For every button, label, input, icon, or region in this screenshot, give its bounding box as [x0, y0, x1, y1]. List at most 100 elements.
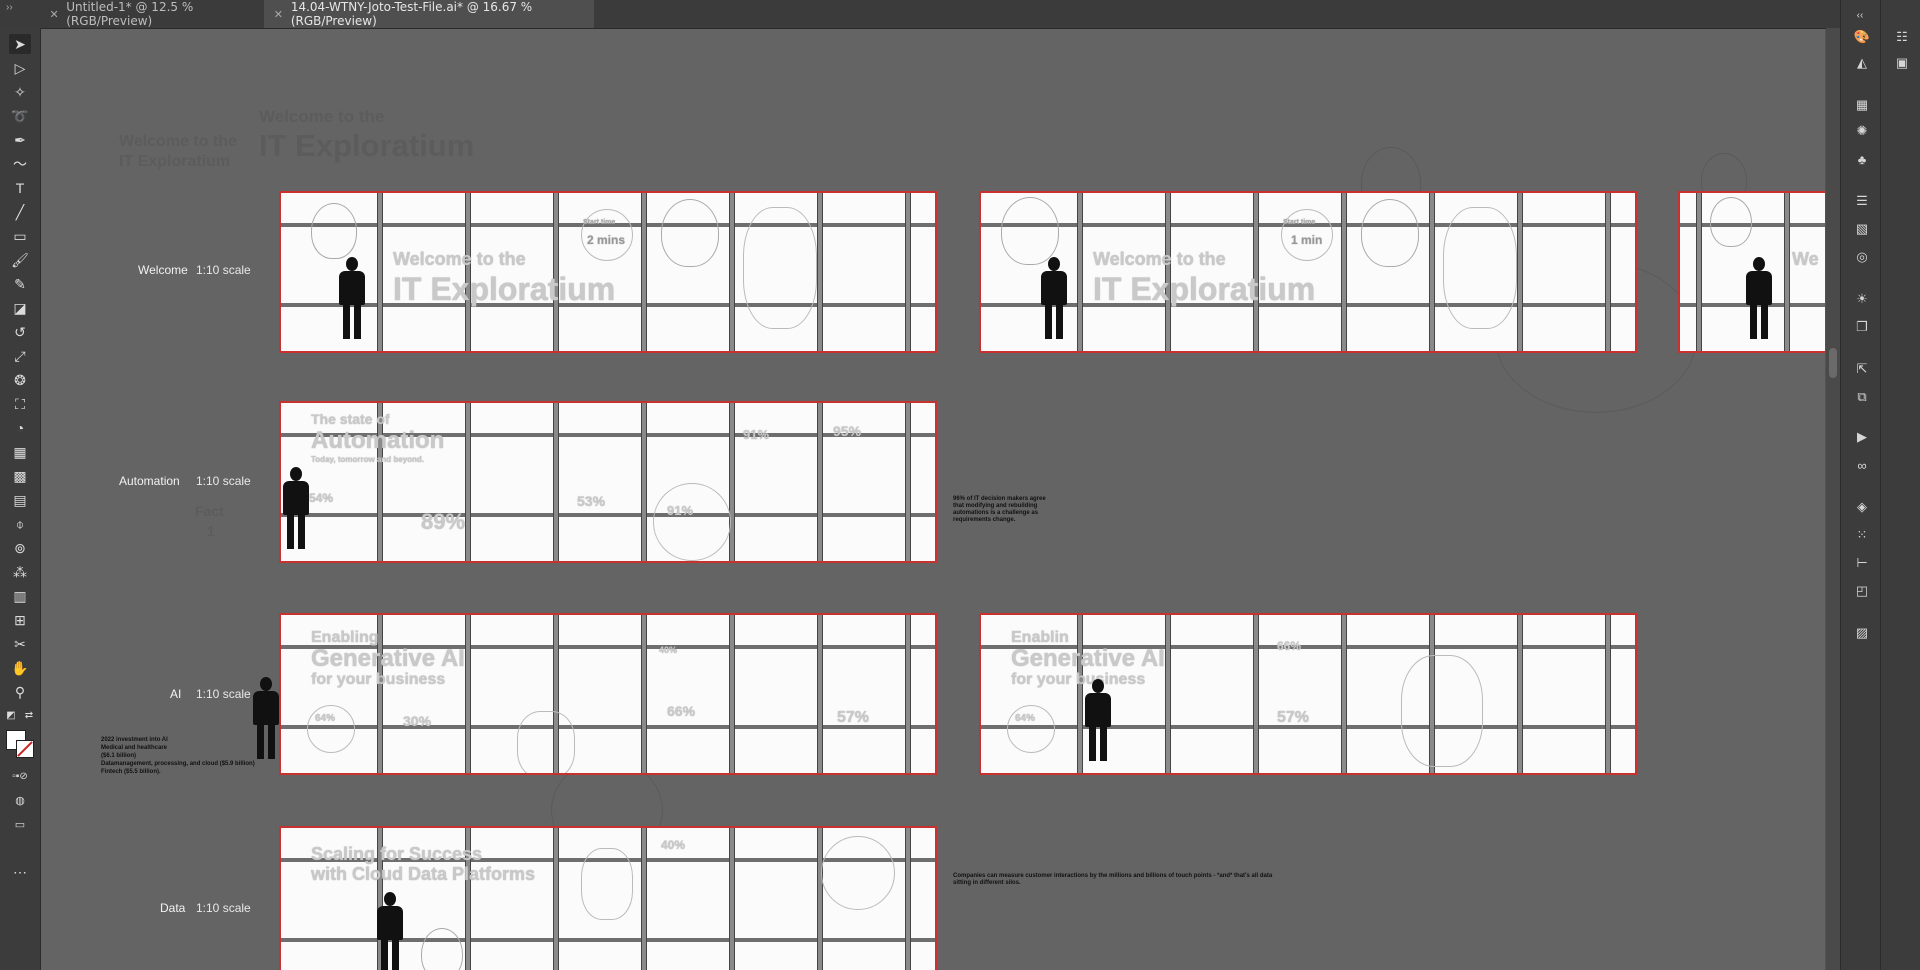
paintbrush-tool-icon[interactable]: 🖌: [9, 250, 31, 270]
tools-panel: ➤ ▷ ✧ ➰ ✒ 〜 T ╱ ▭ 🖌 ✎ ◪ ↺ ⤢ ❂ ⛶ ◔ ▦ ▩ ▤ …: [0, 28, 41, 970]
cc-libraries-icon[interactable]: ▣: [1891, 54, 1913, 72]
mascot-illustration: [1401, 655, 1483, 767]
direct-selection-tool-icon[interactable]: ▷: [9, 58, 31, 78]
artboard-ai-2[interactable]: Enablin Generative AI for your business …: [979, 613, 1637, 775]
properties-panel-icon[interactable]: ☷: [1891, 28, 1913, 46]
shaper-tool-icon[interactable]: ✎: [9, 274, 31, 294]
asset-export-panel-icon[interactable]: ⇱: [1851, 360, 1873, 378]
gradient-tool-icon[interactable]: ▤: [9, 490, 31, 510]
stat-value: 66%: [667, 703, 696, 719]
brushes-panel-icon[interactable]: ✺: [1851, 122, 1873, 140]
ghost-heading: Welcome to the: [119, 133, 237, 150]
artboard-automation-1[interactable]: The state of Automation Today, tomorrow …: [279, 401, 937, 563]
selection-tool-icon[interactable]: ➤: [9, 34, 31, 54]
curvature-tool-icon[interactable]: 〜: [9, 154, 31, 174]
more-tools-icon[interactable]: ⋯: [9, 862, 31, 882]
rectangle-tool-icon[interactable]: ▭: [9, 226, 31, 246]
balloon-illustration: [1001, 197, 1059, 265]
artboard-title: Welcome to the: [1093, 249, 1226, 269]
scale-tool-icon[interactable]: ⤢: [9, 346, 31, 366]
libraries-panel-icon[interactable]: ▦: [1851, 96, 1873, 114]
mesh-tool-icon[interactable]: ▩: [9, 466, 31, 486]
pathfinder-panel-icon[interactable]: ◰: [1851, 582, 1873, 600]
stroke-swatch[interactable]: [16, 740, 34, 758]
align-panel-icon[interactable]: ⊢: [1851, 554, 1873, 572]
stat-value: 89%: [421, 509, 466, 534]
color-guide-panel-icon[interactable]: ◭: [1851, 54, 1873, 72]
row-scale: 1:10 scale: [196, 687, 251, 701]
layers-panel-icon[interactable]: ◈: [1851, 498, 1873, 516]
row-scale: 1:10 scale: [196, 474, 251, 488]
stat-value: 66%: [1277, 639, 1302, 653]
actions-panel-icon[interactable]: ▶: [1851, 428, 1873, 446]
screen-mode-icon[interactable]: ▭: [9, 814, 31, 834]
artboard-data-1[interactable]: Scaling for Success with Cloud Data Plat…: [279, 826, 937, 970]
appearance-panel-icon[interactable]: ☀: [1851, 290, 1873, 308]
line-tool-icon[interactable]: ╱: [9, 202, 31, 222]
magic-wand-tool-icon[interactable]: ✧: [9, 82, 31, 102]
perspective-grid-tool-icon[interactable]: ▦: [9, 442, 31, 462]
blend-tool-icon[interactable]: ⊚: [9, 538, 31, 558]
artboard-title: IT Exploratium: [393, 271, 616, 307]
row-label-automation: Automation: [119, 474, 180, 488]
image-trace-panel-icon[interactable]: ▨: [1851, 624, 1873, 642]
close-icon[interactable]: ✕: [48, 8, 60, 21]
artboards-panel-icon[interactable]: ⧉: [1851, 388, 1873, 406]
shape-builder-tool-icon[interactable]: ◔: [9, 418, 31, 438]
panel-expand-icon[interactable]: ››: [6, 2, 13, 13]
free-transform-tool-icon[interactable]: ⛶: [9, 394, 31, 414]
stroke-panel-icon[interactable]: ☰: [1851, 192, 1873, 210]
artboard-welcome-3[interactable]: We: [1678, 191, 1825, 353]
canvas-area[interactable]: Welcome to the IT Exploratium Welcome to…: [41, 29, 1825, 970]
type-tool-icon[interactable]: T: [9, 178, 31, 198]
collapse-dock-icon[interactable]: ‹‹: [1849, 6, 1871, 24]
eyedropper-tool-icon[interactable]: ⌽: [9, 514, 31, 534]
symbol-sprayer-tool-icon[interactable]: ⁂: [9, 562, 31, 582]
balloon-illustration: [1710, 197, 1752, 247]
mascot-illustration: [1443, 207, 1517, 329]
symbols-panel-icon[interactable]: ♣: [1851, 150, 1873, 168]
gradient-panel-icon[interactable]: ▧: [1851, 220, 1873, 238]
hand-tool-icon[interactable]: ✋: [9, 658, 31, 678]
artboard-title: for your business: [311, 671, 446, 688]
artboard-ai-1[interactable]: Enabling Generative AI for your business…: [279, 613, 937, 775]
graphic-styles-panel-icon[interactable]: ❐: [1851, 318, 1873, 336]
warp-tool-icon[interactable]: ❂: [9, 370, 31, 390]
timer-value: 2 mins: [587, 233, 626, 247]
mascot-illustration: [581, 848, 633, 920]
tab-untitled-1[interactable]: ✕ Untitled-1* @ 12.5 % (RGB/Preview): [40, 0, 256, 28]
post: [1253, 615, 1259, 773]
eraser-tool-icon[interactable]: ◪: [9, 298, 31, 318]
artboard-tool-icon[interactable]: ⊞: [9, 610, 31, 630]
artboard-welcome-2[interactable]: Start time 1 min Welcome to the IT Explo…: [979, 191, 1637, 353]
default-fill-stroke-icon[interactable]: ◩: [4, 708, 18, 722]
post: [1341, 193, 1347, 351]
artboard-welcome-1[interactable]: Start time 2 mins Welcome to the IT Expl…: [279, 191, 937, 353]
transform-panel-icon[interactable]: ⁙: [1851, 526, 1873, 544]
scrollbar-thumb[interactable]: [1829, 348, 1837, 378]
post: [729, 615, 735, 773]
tab-joto-test-file[interactable]: ✕ 14.04-WTNY-Joto-Test-File.ai* @ 16.67 …: [264, 0, 594, 28]
pen-tool-icon[interactable]: ✒: [9, 130, 31, 150]
rotate-tool-icon[interactable]: ↺: [9, 322, 31, 342]
zoom-tool-icon[interactable]: ⚲: [9, 682, 31, 702]
artboard-title: with Cloud Data Platforms: [311, 864, 536, 884]
data-note: Companies can measure customer interacti…: [953, 873, 1273, 886]
vertical-scrollbar[interactable]: [1826, 28, 1840, 970]
swap-fill-stroke-icon[interactable]: ⇄: [22, 708, 36, 722]
balloon-illustration: [661, 199, 719, 267]
column-graph-tool-icon[interactable]: ▥: [9, 586, 31, 606]
ghost-fact: Fact: [195, 503, 224, 519]
balloon-illustration: [1361, 199, 1419, 267]
human-scale-figure: [377, 892, 403, 970]
transparency-panel-icon[interactable]: ◎: [1851, 248, 1873, 266]
post: [1429, 193, 1435, 351]
color-mode-icon[interactable]: ▫▪⊘: [9, 766, 31, 786]
close-icon[interactable]: ✕: [272, 8, 285, 21]
draw-mode-icon[interactable]: ◍: [9, 790, 31, 810]
row-label-ai: AI: [170, 687, 182, 701]
links-panel-icon[interactable]: ∞: [1851, 456, 1873, 474]
slice-tool-icon[interactable]: ✂: [9, 634, 31, 654]
lasso-tool-icon[interactable]: ➰: [9, 106, 31, 126]
color-panel-icon[interactable]: 🎨: [1851, 28, 1873, 46]
